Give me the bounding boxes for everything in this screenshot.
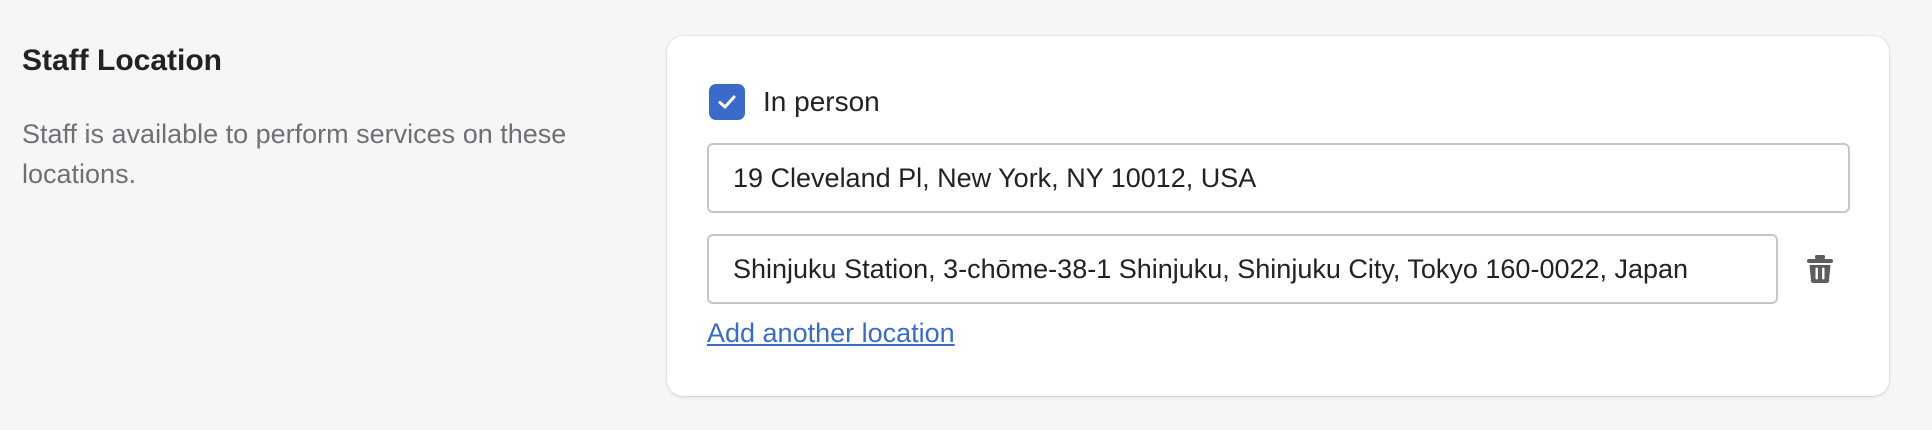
trash-icon (1807, 255, 1833, 283)
section-title: Staff Location (22, 44, 222, 77)
in-person-checkbox[interactable] (709, 84, 745, 120)
location-input-1[interactable] (709, 145, 1848, 211)
in-person-option[interactable]: In person (709, 84, 880, 120)
in-person-label: In person (763, 86, 880, 117)
add-location-link[interactable]: Add another location (707, 318, 955, 349)
location-field-2[interactable] (707, 234, 1778, 304)
section-description: Staff is available to perform services o… (22, 119, 567, 189)
delete-location-button[interactable] (1797, 246, 1843, 292)
location-input-2[interactable] (709, 236, 1776, 302)
location-card: In person Add another location (667, 36, 1889, 396)
checkmark-icon (718, 95, 736, 109)
location-field-1[interactable] (707, 143, 1850, 213)
section-info: Staff Location Staff is available to per… (22, 36, 642, 194)
